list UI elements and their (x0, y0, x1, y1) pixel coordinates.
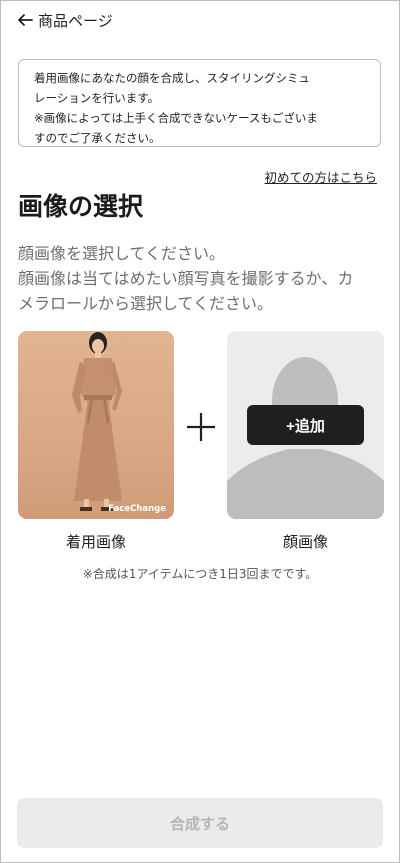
notice-line: ※画像によっては上手く合成できないケースもございま (34, 111, 318, 125)
first-time-guide-link[interactable]: 初めての方はこちら (264, 167, 377, 186)
facechange-watermark: FaceChange (108, 504, 166, 514)
back-arrow-icon[interactable] (16, 11, 34, 29)
description-line: メラロールから選択してください。 (18, 294, 274, 313)
notice-box: 着用画像にあなたの顔を合成し、スタイリングシミュ レーションを行います。 ※画像… (18, 59, 381, 147)
outfit-image[interactable]: FaceChange (18, 331, 174, 519)
description-line: 顔画像を選択してください。 (18, 244, 226, 263)
back-link[interactable]: 商品ページ (16, 9, 113, 31)
notice-line: 着用画像にあなたの顔を合成し、スタイリングシミュ (34, 71, 310, 85)
plus-icon (185, 411, 217, 443)
description-line: 顔画像は当てはめたい顔写真を撮影するか、カ (18, 269, 354, 288)
description: 顔画像を選択してください。 顔画像は当てはめたい顔写真を撮影するか、カ メラロー… (18, 241, 388, 316)
outfit-image-label: 着用画像 (65, 533, 126, 551)
face-image-placeholder[interactable]: +追加 (227, 331, 384, 519)
compose-button[interactable]: 合成する (17, 798, 383, 848)
page-title: 画像の選択 (18, 192, 144, 221)
face-image-label: 顔画像 (282, 533, 328, 551)
back-link-label[interactable]: 商品ページ (38, 10, 113, 31)
notice-line: レーションを行います。 (34, 91, 160, 105)
add-face-button[interactable]: +追加 (247, 405, 364, 445)
app-frame: 商品ページ 着用画像にあなたの顔を合成し、スタイリングシミュ レーションを行いま… (0, 0, 400, 863)
daily-limit-note: ※合成は1アイテムにつき1日3回までです。 (82, 567, 318, 581)
model-figure (72, 332, 122, 511)
notice-line: すのでご了承ください。 (34, 131, 161, 145)
